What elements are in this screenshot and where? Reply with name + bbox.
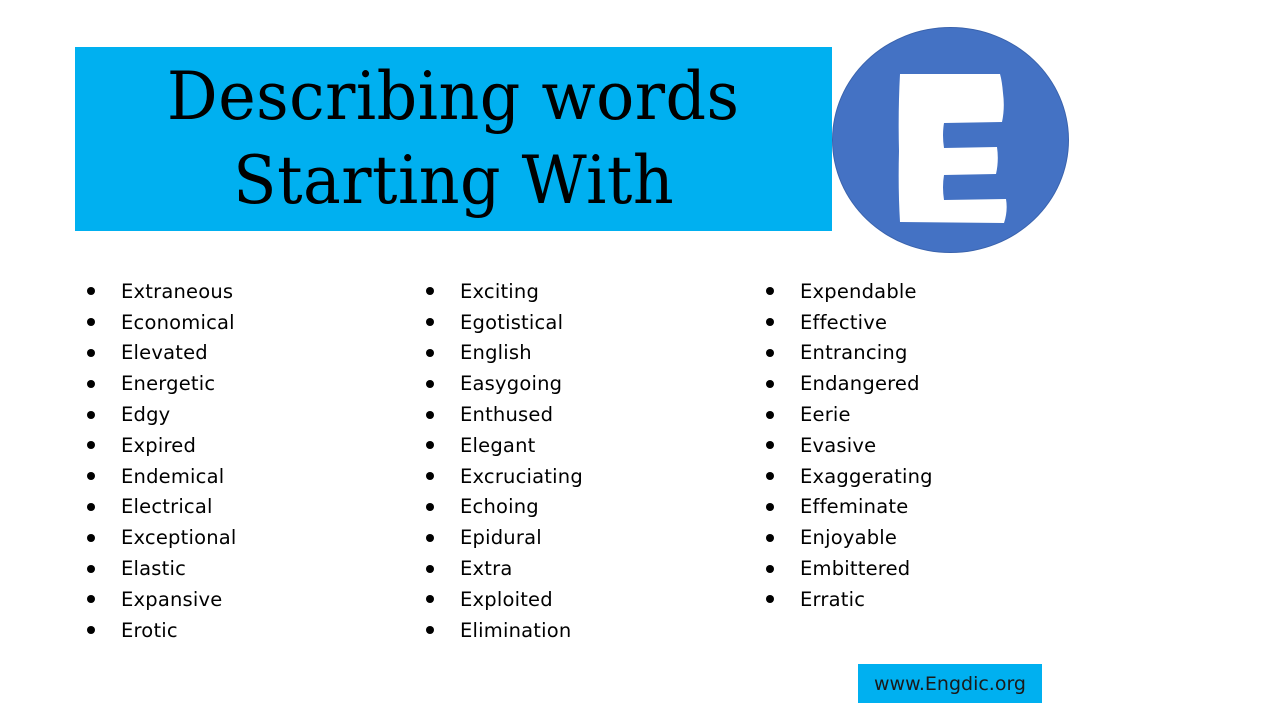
word: Edgy [121, 403, 171, 427]
word: Elevated [121, 341, 208, 365]
bullet-dot-icon [766, 287, 774, 296]
title-line-2: Starting With [233, 142, 674, 219]
word: Endangered [800, 372, 920, 396]
bullet-dot-icon [426, 379, 434, 388]
bullet-dot-icon [87, 348, 95, 357]
word: Evasive [800, 433, 877, 457]
bullet-dot-icon [87, 410, 95, 419]
bullet-dot-icon [426, 533, 434, 542]
bullet-dot-icon [766, 348, 774, 357]
word: Economical [121, 310, 235, 334]
bullet-dot-icon [766, 502, 774, 511]
bullet-dot-icon [87, 626, 95, 635]
bullet-dot-icon [426, 626, 434, 635]
word: Embittered [800, 557, 911, 581]
word: Echoing [460, 495, 539, 519]
word: Enjoyable [800, 526, 898, 550]
word: Egotistical [460, 310, 564, 334]
word: Erratic [800, 587, 866, 611]
bullet-dot-icon [766, 564, 774, 573]
word: Elegant [460, 433, 536, 457]
bullet-dot-icon [766, 441, 774, 450]
word: Epidural [460, 526, 542, 550]
title-line-1: Describing words [167, 58, 740, 135]
bullet-dot-icon [87, 472, 95, 481]
word: Easygoing [460, 372, 563, 396]
bullet-dot-icon [766, 379, 774, 388]
word: Expansive [121, 587, 223, 611]
bullet-dot-icon [426, 441, 434, 450]
bullet-dot-icon [87, 502, 95, 511]
bullet-dot-icon [426, 410, 434, 419]
word: Enthused [460, 403, 554, 427]
bullet-dot-icon [87, 441, 95, 450]
word: Expired [121, 433, 197, 457]
bullet-dot-icon [766, 595, 774, 604]
bullet-dot-icon [87, 564, 95, 573]
word: Effective [800, 310, 888, 334]
bullet-dot-icon [766, 533, 774, 542]
word: Electrical [121, 495, 213, 519]
bullet-dot-icon [87, 318, 95, 327]
word: English [460, 341, 532, 365]
word: Energetic [121, 372, 216, 396]
bullet-dot-icon [87, 287, 95, 296]
bullet-dot-icon [87, 533, 95, 542]
word: Erotic [121, 618, 178, 642]
word: Expendable [800, 279, 917, 303]
bullet-dot-icon [426, 564, 434, 573]
word: Entrancing [800, 341, 908, 365]
word: Extra [460, 557, 513, 581]
letter-e-icon [898, 74, 1007, 223]
bullet-dot-icon [426, 318, 434, 327]
bullet-dot-icon [426, 348, 434, 357]
bullet-dot-icon [426, 472, 434, 481]
word: Extraneous [121, 279, 234, 303]
bullet-dot-icon [766, 318, 774, 327]
title-banner: Describing words Starting With [75, 47, 832, 231]
bullet-dot-icon [426, 595, 434, 604]
bullet-dot-icon [87, 595, 95, 604]
word: Exceptional [121, 526, 237, 550]
website-link[interactable]: www.Engdic.org [858, 664, 1042, 703]
bullet-dot-icon [87, 379, 95, 388]
bullet-dot-icon [766, 410, 774, 419]
bullet-dot-icon [426, 287, 434, 296]
bullet-dot-icon [426, 502, 434, 511]
bullet-dot-icon [766, 472, 774, 481]
word: Excruciating [460, 464, 583, 488]
word: Endemical [121, 464, 225, 488]
word: Effeminate [800, 495, 909, 519]
word: Eerie [800, 403, 851, 427]
word: Elastic [121, 557, 187, 581]
word: Exploited [460, 587, 553, 611]
word: Exaggerating [800, 464, 933, 488]
word: Exciting [460, 279, 540, 303]
word: Elimination [460, 618, 572, 642]
